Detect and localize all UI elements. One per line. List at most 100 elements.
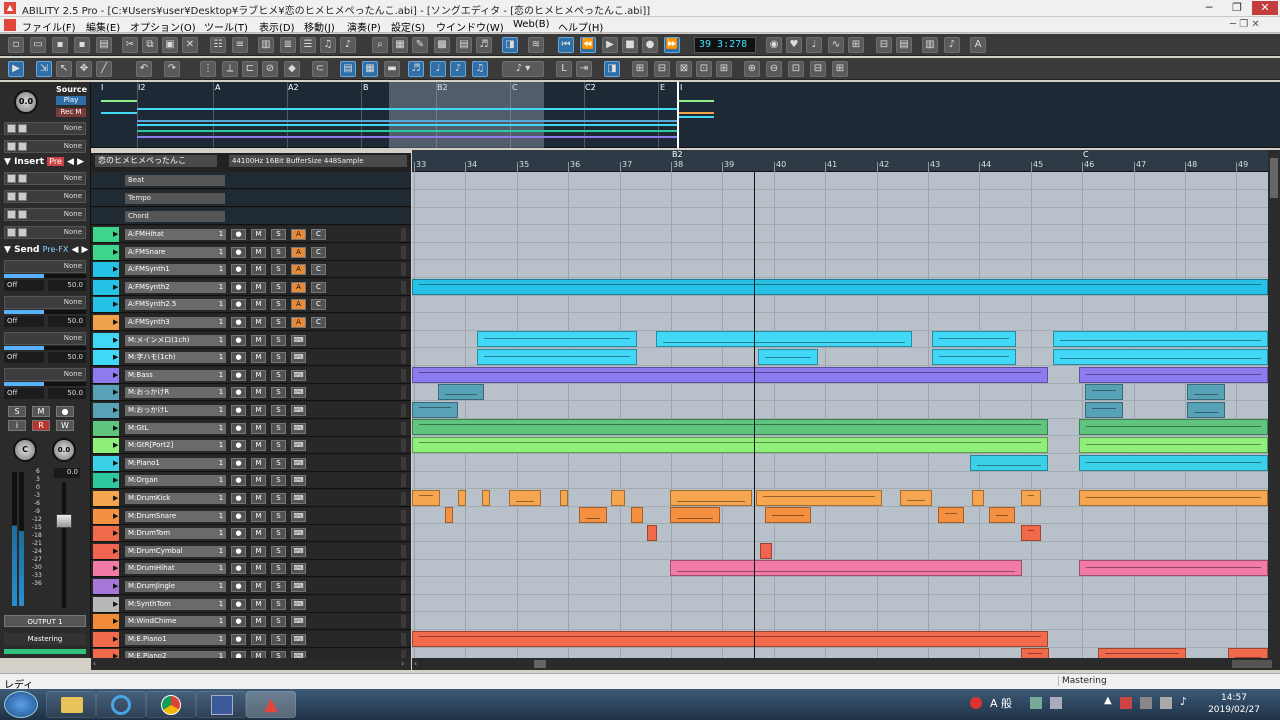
track-channel[interactable]: 1 bbox=[216, 440, 226, 451]
piano-icon[interactable]: ▦ bbox=[392, 37, 408, 53]
close-button[interactable]: ✕ bbox=[1252, 1, 1278, 15]
track-mute-button[interactable]: M bbox=[251, 440, 266, 451]
track-color[interactable]: ▶ bbox=[93, 368, 119, 383]
clip[interactable] bbox=[1021, 648, 1049, 658]
track-rec-button[interactable]: ● bbox=[231, 440, 246, 451]
track-row[interactable]: ▶ M:DrumKick 1 ● M S ⌨ bbox=[91, 490, 411, 507]
copy-icon[interactable]: ⧉ bbox=[142, 37, 158, 53]
track-expand-icon[interactable]: ▶ bbox=[113, 494, 118, 502]
track-expand-icon[interactable]: ▶ bbox=[113, 459, 118, 467]
sync-icon[interactable]: ⊞ bbox=[848, 37, 864, 53]
track-name[interactable]: M:DrumCymbal bbox=[125, 546, 225, 557]
clip[interactable] bbox=[670, 507, 720, 523]
track-expand-icon[interactable]: ▶ bbox=[113, 265, 118, 273]
insert-slot-4[interactable]: None bbox=[4, 226, 86, 239]
markers-icon[interactable]: ⊟ bbox=[876, 37, 892, 53]
taskbar-browser-1[interactable] bbox=[96, 691, 146, 718]
track-solo-button[interactable]: S bbox=[271, 563, 286, 574]
track-midi-icon[interactable]: ⌨ bbox=[291, 563, 306, 574]
minimize-button[interactable]: ─ bbox=[1196, 1, 1222, 15]
lanes-icon[interactable]: ▤ bbox=[896, 37, 912, 53]
track-comp-button[interactable]: C bbox=[311, 282, 326, 293]
track-mute-button[interactable]: M bbox=[251, 352, 266, 363]
track-row[interactable]: ▶ M:WindChime 1 ● M S ⌨ bbox=[91, 613, 411, 630]
send-level-bar-1[interactable] bbox=[4, 274, 86, 278]
track-color[interactable]: ▶ bbox=[93, 262, 119, 277]
track-name[interactable]: M:DrumHihat bbox=[125, 563, 225, 574]
track-rec-button[interactable]: ● bbox=[231, 423, 246, 434]
clip[interactable] bbox=[412, 490, 440, 506]
track-midi-icon[interactable]: ⌨ bbox=[291, 546, 306, 557]
track-expand-icon[interactable]: ▶ bbox=[113, 564, 118, 572]
stop-icon[interactable]: ■ bbox=[622, 37, 638, 53]
track-name[interactable]: M:おっかけR bbox=[125, 387, 225, 398]
playhead[interactable] bbox=[754, 172, 755, 658]
track-view-icon[interactable]: ☷ bbox=[210, 37, 226, 53]
track-rec-button[interactable]: ● bbox=[231, 335, 246, 346]
track-mute-button[interactable]: M bbox=[251, 511, 266, 522]
track-row[interactable]: ▶ A:FMSynth2.5 1 ● M S A C bbox=[91, 296, 411, 313]
locator-left-icon[interactable]: L bbox=[556, 61, 572, 77]
track-solo-button[interactable]: S bbox=[271, 546, 286, 557]
track-channel[interactable]: 1 bbox=[216, 264, 226, 275]
clip[interactable] bbox=[656, 331, 912, 347]
track-mute-button[interactable]: M bbox=[251, 264, 266, 275]
track-expand-icon[interactable]: ▶ bbox=[113, 547, 118, 555]
zoom-icon[interactable]: ⌕ bbox=[372, 37, 388, 53]
info-button[interactable]: i bbox=[8, 420, 26, 431]
track-comp-button[interactable]: C bbox=[311, 299, 326, 310]
fast-forward-icon[interactable]: ⏩ bbox=[664, 37, 680, 53]
clip[interactable] bbox=[1079, 490, 1268, 506]
send-level-bar-2[interactable] bbox=[4, 310, 86, 314]
clip[interactable] bbox=[412, 402, 458, 418]
track-solo-button[interactable]: S bbox=[271, 317, 286, 328]
track-mute-button[interactable]: M bbox=[251, 405, 266, 416]
global-track-beat[interactable]: Beat bbox=[91, 172, 411, 189]
track-row[interactable]: ▶ M:Organ 1 ● M S ⌨ bbox=[91, 472, 411, 489]
section-marker[interactable]: B2 bbox=[672, 150, 683, 159]
track-expand-icon[interactable]: ▶ bbox=[113, 230, 118, 238]
clip[interactable] bbox=[509, 490, 541, 506]
global-track-chord[interactable]: Chord bbox=[91, 208, 411, 225]
clip[interactable] bbox=[560, 490, 568, 506]
tray-icon[interactable] bbox=[1140, 697, 1152, 709]
send-level-bar-3[interactable] bbox=[4, 346, 86, 350]
start-button[interactable] bbox=[4, 691, 38, 718]
track-color[interactable]: ▶ bbox=[93, 614, 119, 629]
source-slot-2[interactable]: None bbox=[4, 140, 86, 153]
track-solo-button[interactable]: S bbox=[271, 352, 286, 363]
write-button[interactable]: W bbox=[56, 420, 74, 431]
track-expand-icon[interactable]: ▶ bbox=[113, 371, 118, 379]
track-rec-button[interactable]: ● bbox=[231, 264, 246, 275]
track-name[interactable]: M:DrumJingle bbox=[125, 581, 225, 592]
clip[interactable] bbox=[670, 560, 1022, 576]
track-mute-button[interactable]: M bbox=[251, 229, 266, 240]
section-marker[interactable]: C bbox=[1083, 150, 1089, 159]
track-row[interactable]: ▶ M:おっかけL 1 ● M S ⌨ bbox=[91, 402, 411, 419]
track-midi-icon[interactable]: ⌨ bbox=[291, 405, 306, 416]
clip[interactable] bbox=[1079, 367, 1268, 383]
track-color[interactable]: ▶ bbox=[93, 473, 119, 488]
network-icon[interactable] bbox=[1160, 697, 1172, 709]
open-folder-icon[interactable]: ▭ bbox=[30, 37, 46, 53]
maximize-button[interactable]: ❐ bbox=[1224, 1, 1250, 15]
tag-icon[interactable]: ◨ bbox=[502, 37, 518, 53]
track-channel[interactable]: 1 bbox=[216, 299, 226, 310]
clip[interactable] bbox=[611, 490, 625, 506]
track-color[interactable]: ▶ bbox=[93, 403, 119, 418]
clip[interactable] bbox=[1187, 384, 1225, 400]
grid-snap-icon[interactable]: ▦ bbox=[362, 61, 378, 77]
track-row[interactable]: ▶ M:E.Piano1 1 ● M S ⌨ bbox=[91, 631, 411, 648]
track-channel[interactable]: 1 bbox=[216, 528, 226, 539]
track-expand-icon[interactable]: ▶ bbox=[113, 336, 118, 344]
track-row[interactable]: ▶ M:おっかけR 1 ● M S ⌨ bbox=[91, 384, 411, 401]
zoom-in-icon[interactable]: ⊕ bbox=[744, 61, 760, 77]
note-length-select[interactable]: ♪ ▾ bbox=[502, 61, 544, 77]
track-rec-button[interactable]: ● bbox=[231, 475, 246, 486]
solo-button[interactable]: S bbox=[8, 406, 26, 417]
track-mute-button[interactable]: M bbox=[251, 423, 266, 434]
track-color[interactable]: ▶ bbox=[93, 350, 119, 365]
track-color[interactable]: ▶ bbox=[93, 509, 119, 524]
track-channel[interactable]: 1 bbox=[216, 317, 226, 328]
track-channel[interactable]: 1 bbox=[216, 634, 226, 645]
